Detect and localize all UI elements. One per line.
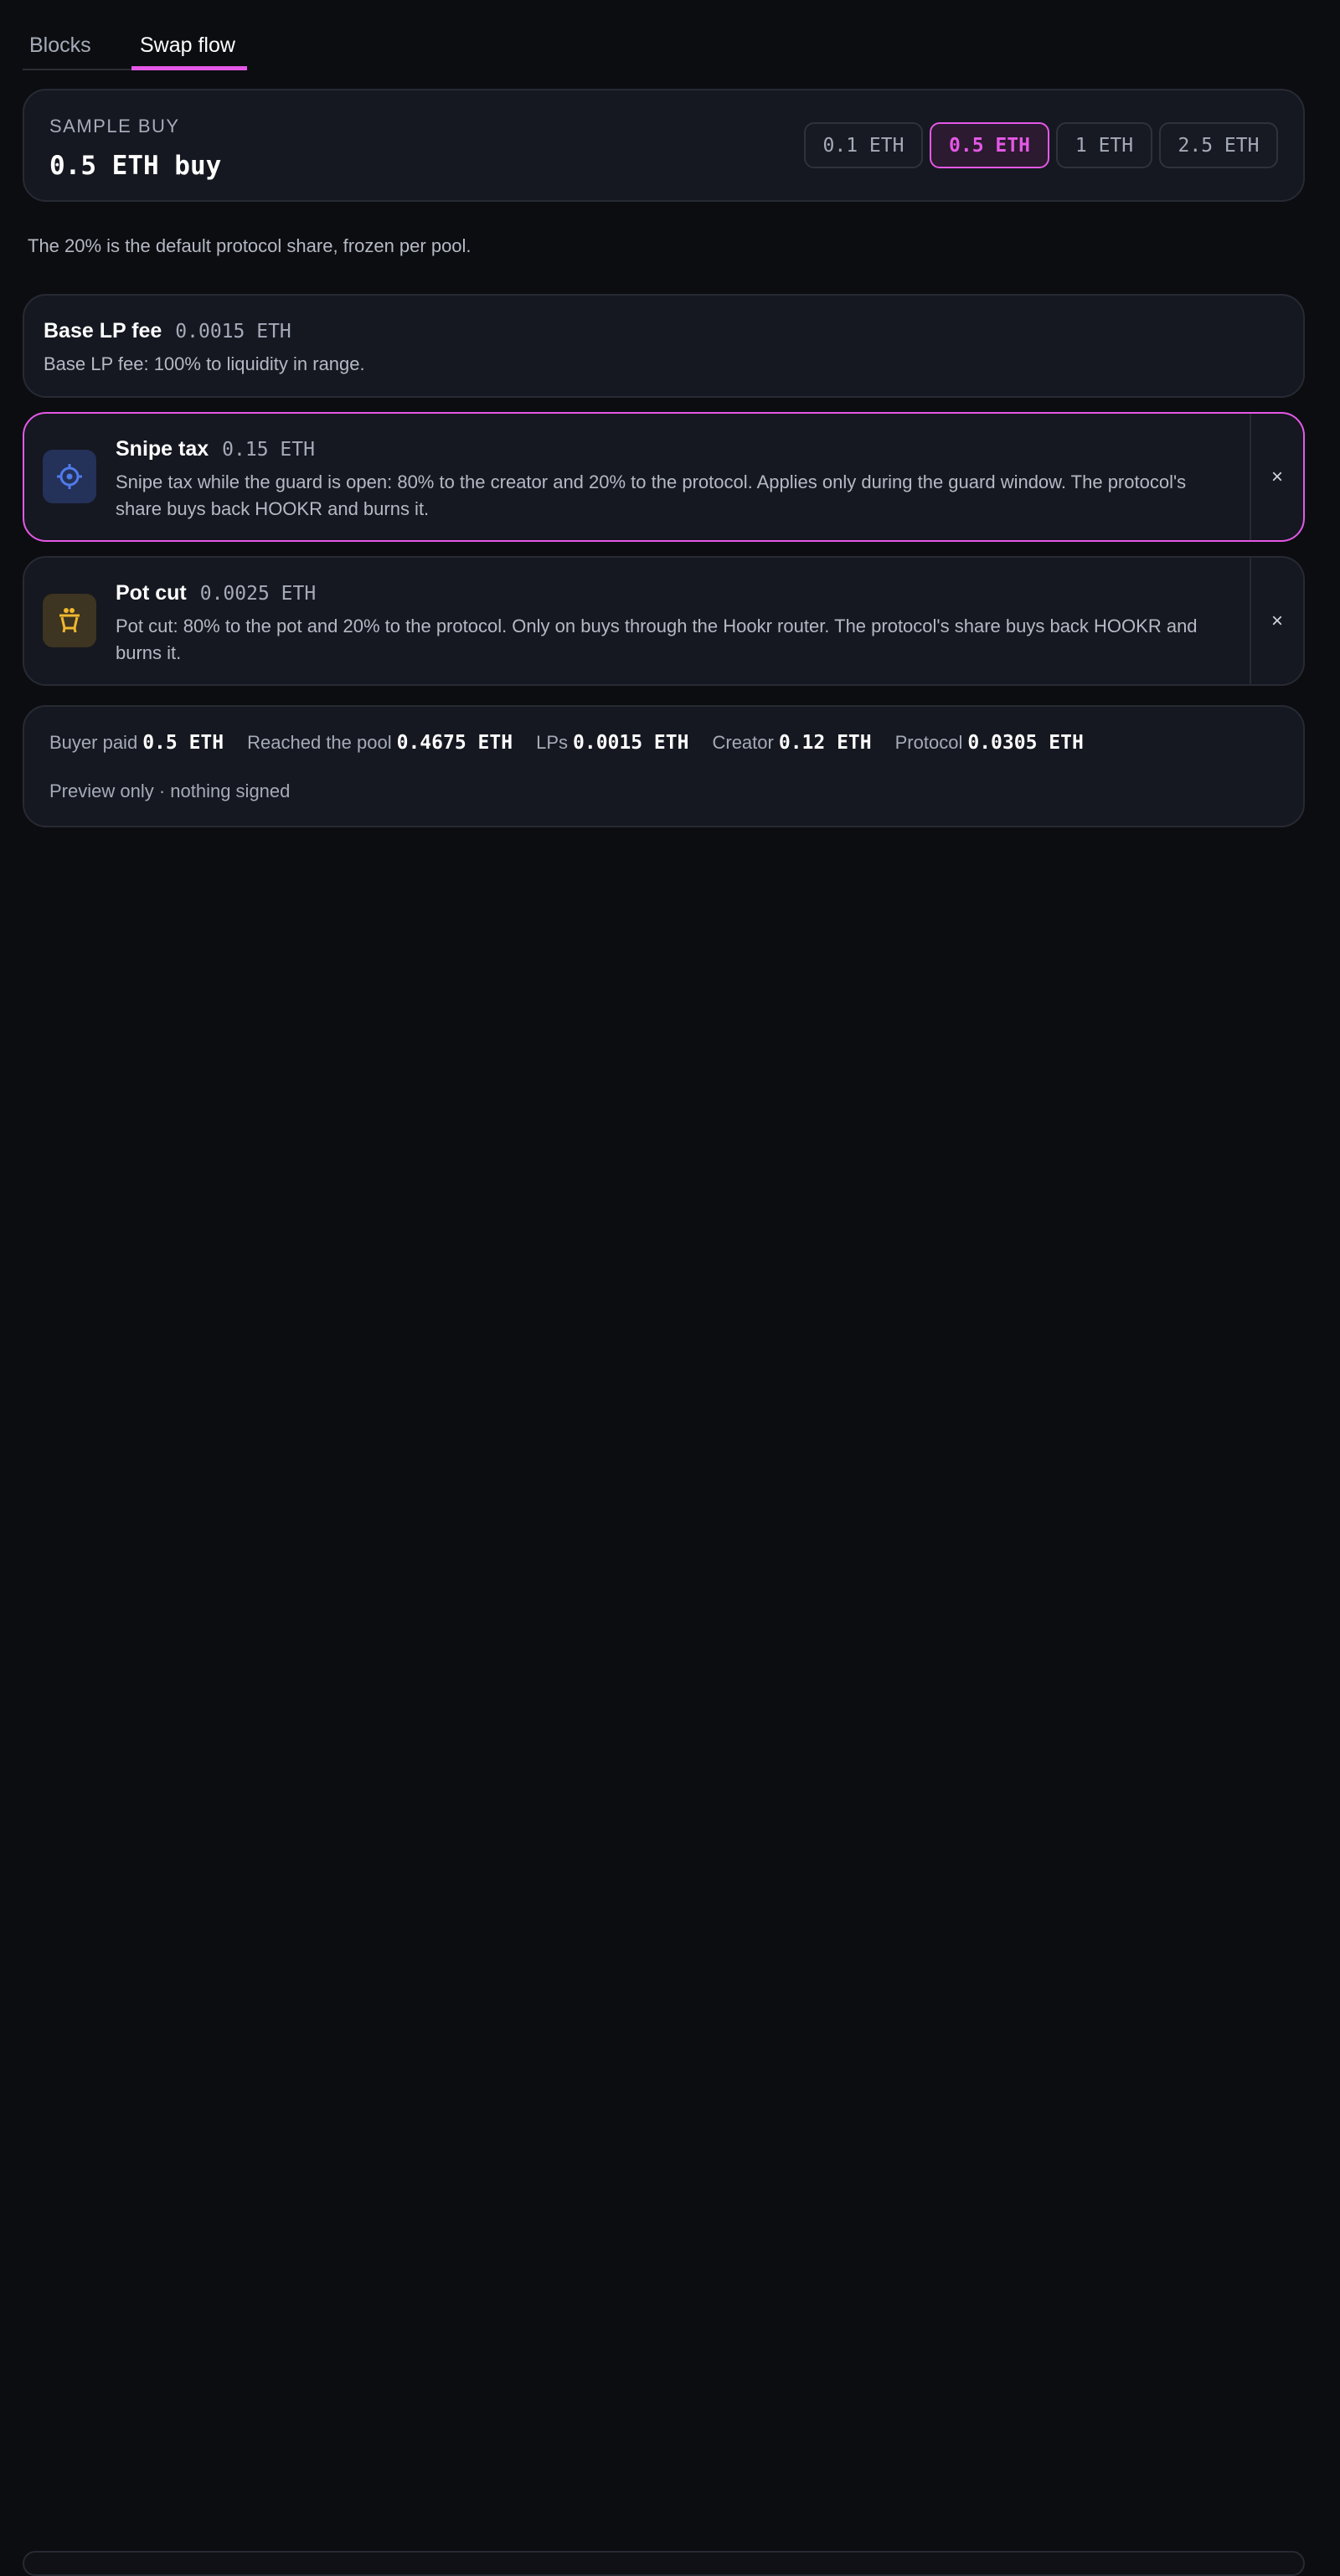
tab-blocks[interactable]: Blocks [23, 27, 131, 69]
summary-value: 0.0015 ETH [573, 732, 689, 754]
pot-cut-title: Pot cut [116, 581, 187, 605]
summary-label: Protocol [894, 732, 963, 753]
base-lp-fee-amount: 0.0015 ETH [175, 321, 291, 343]
pot-cut-card: Pot cut 0.0025 ETH Pot cut: 80% to the p… [23, 556, 1305, 686]
snipe-tax-amount: 0.15 ETH [222, 439, 315, 461]
summary-label: Buyer paid [49, 732, 138, 753]
flow-summary-row: Buyer paid 0.5 ETH Reached the pool 0.4675… [49, 732, 1084, 754]
summary-value: 0.5 ETH [142, 732, 224, 754]
next-panel-edge [23, 2551, 1305, 2576]
pot-icon [43, 594, 96, 647]
tab-bar: Blocks Swap flow [23, 27, 247, 70]
snipe-tax-title: Snipe tax [116, 437, 209, 461]
amount-option-2-5[interactable]: 2.5 ETH [1159, 122, 1278, 168]
amount-option-0-5[interactable]: 0.5 ETH [930, 122, 1049, 168]
flow-summary-card: Buyer paid 0.5 ETH Reached the pool 0.4675… [23, 705, 1305, 827]
preview-note: Preview only · nothing signed [49, 781, 291, 801]
pot-cut-amount: 0.0025 ETH [199, 583, 317, 605]
sample-buy-value: 0.5 ETH buy [49, 151, 222, 181]
summary-value: 0.4675 ETH [396, 732, 513, 754]
summary-reached-pool: Reached the pool 0.4675 ETH [247, 732, 513, 754]
sample-buy-label: SAMPLE BUY [49, 116, 180, 137]
base-lp-fee-title: Base LP fee [44, 319, 162, 343]
close-icon: × [1270, 465, 1283, 488]
summary-creator: Creator 0.12 ETH [712, 732, 871, 754]
summary-label: Creator [712, 732, 774, 753]
summary-label: LPs [536, 732, 568, 753]
base-lp-fee-card: Base LP fee 0.0015 ETH Base LP fee: 100%… [23, 294, 1305, 398]
pot-cut-header: Pot cut 0.0025 ETH [116, 581, 316, 605]
summary-protocol: Protocol 0.0305 ETH [895, 732, 1084, 754]
base-lp-fee-header: Base LP fee 0.0015 ETH [44, 319, 291, 343]
summary-label: Reached the pool [247, 732, 392, 753]
tab-swap-flow[interactable]: Swap flow [131, 27, 247, 70]
summary-lps: LPs 0.0015 ETH [536, 732, 688, 754]
snipe-tax-card: Snipe tax 0.15 ETH Snipe tax while the g… [23, 412, 1305, 542]
snipe-tax-close-button[interactable]: × [1250, 414, 1303, 540]
sample-buy-card: SAMPLE BUY 0.5 ETH buy 0.1 ETH 0.5 ETH 1… [23, 89, 1305, 202]
pot-cut-close-button[interactable]: × [1250, 558, 1303, 684]
summary-value: 0.0305 ETH [967, 732, 1084, 754]
crosshair-icon [43, 450, 96, 503]
snipe-tax-description: Snipe tax while the guard is open: 80% t… [116, 471, 1187, 519]
amount-option-0-1[interactable]: 0.1 ETH [804, 122, 923, 168]
amount-options: 0.1 ETH 0.5 ETH 1 ETH 2.5 ETH [804, 122, 1278, 168]
close-icon: × [1270, 609, 1283, 632]
pot-cut-description: Pot cut: 80% to the pot and 20% to the p… [116, 616, 1198, 663]
protocol-share-note: The 20% is the default protocol share, f… [28, 235, 472, 256]
snipe-tax-header: Snipe tax 0.15 ETH [116, 437, 315, 461]
amount-option-1[interactable]: 1 ETH [1056, 122, 1152, 168]
summary-buyer-paid: Buyer paid 0.5 ETH [49, 732, 224, 754]
base-lp-fee-description: Base LP fee: 100% to liquidity in range. [44, 353, 365, 374]
summary-value: 0.12 ETH [778, 732, 872, 754]
